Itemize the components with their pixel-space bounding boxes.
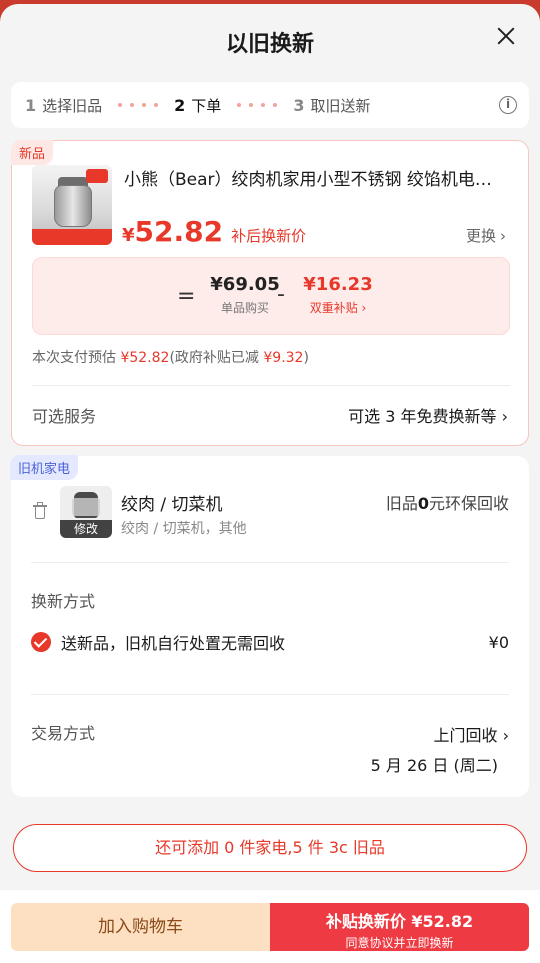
new-item-card: 新品 小熊（Bear）绞肉机家用小型不锈钢 绞馅机电… ¥ 52.82 补后换新… xyxy=(11,140,529,446)
estimate-amount: ¥52.82 xyxy=(120,350,170,366)
divider xyxy=(31,562,509,563)
divider xyxy=(32,385,510,386)
trade-in-price: ¥ 52.82 补后换新价 xyxy=(122,215,306,248)
add-to-cart-button[interactable]: 加入购物车 xyxy=(11,903,270,951)
old-item-name: 绞肉 / 切菜机 xyxy=(121,495,223,515)
step-label: 下单 xyxy=(191,96,222,115)
recycle-value: 旧品0元环保回收 xyxy=(386,490,509,514)
step-label: 选择旧品 xyxy=(42,96,103,115)
swap-label: 更换 xyxy=(465,227,496,245)
bottom-sheet: 以旧换新 1 选择旧品 2 下单 3 取旧送新 i 新品 小熊（Bear）绞肉机… xyxy=(0,4,540,963)
product-name[interactable]: 小熊（Bear）绞肉机家用小型不锈钢 绞馅机电… xyxy=(124,165,504,190)
estimate-mid: (政府补贴已减 xyxy=(169,350,264,366)
service-label: 可选服务 xyxy=(32,407,97,426)
product-image[interactable] xyxy=(32,165,112,245)
add-more-items-button[interactable]: 还可添加 0 件家电,5 件 3c 旧品 xyxy=(13,824,527,872)
estimate-suffix: ) xyxy=(303,350,309,366)
step-2: 2 下单 xyxy=(174,95,221,116)
method-price: ¥0 xyxy=(488,632,509,652)
estimate-prefix: 本次支付预估 xyxy=(32,350,121,366)
service-value: 可选 3 年免费换新等 › xyxy=(348,407,508,426)
subsidy-amount: ¥16.23 xyxy=(303,274,373,295)
subsidy-block: ¥16.23 双重补贴 › xyxy=(295,274,381,316)
optional-service-row[interactable]: 可选服务 可选 3 年免费换新等 › xyxy=(32,403,508,427)
step-connector xyxy=(237,103,278,107)
price-amount: 52.82 xyxy=(134,215,224,248)
price-breakdown: = ¥69.05 单品购买 - ¥16.23 双重补贴 › xyxy=(32,257,510,335)
old-item-image[interactable]: 修改 xyxy=(60,486,112,538)
chevron-right-icon: › xyxy=(500,227,506,245)
edit-button[interactable]: 修改 xyxy=(60,520,112,538)
trade-title: 交易方式 xyxy=(31,724,96,743)
divider xyxy=(31,694,509,695)
equals-sign: = xyxy=(177,284,196,309)
old-item-category: 绞肉 / 切菜机，其他 xyxy=(121,521,247,537)
step-number: 2 xyxy=(174,95,186,115)
method-title: 换新方式 xyxy=(31,592,96,611)
method-option-label: 送新品，旧机自行处置无需回收 xyxy=(61,634,286,653)
step-3: 3 取旧送新 xyxy=(293,95,370,116)
trash-icon[interactable] xyxy=(31,502,49,520)
buy-label: 补贴换新价 ¥52.82 xyxy=(325,912,474,931)
close-icon[interactable] xyxy=(494,24,518,48)
info-icon[interactable]: i xyxy=(499,96,517,114)
page-title: 以旧换新 xyxy=(225,32,314,57)
sheet-header: 以旧换新 xyxy=(0,4,540,80)
trade-in-buy-button[interactable]: 补贴换新价 ¥52.82 同意协议并立即换新 xyxy=(270,903,529,951)
price-note: 补后换新价 xyxy=(231,227,307,245)
recycle-amount: 0 xyxy=(417,494,429,513)
swap-product-button[interactable]: 更换 › xyxy=(466,225,506,246)
recycle-prefix: 旧品 xyxy=(385,494,418,513)
old-item-tag: 旧机家电 xyxy=(10,455,79,480)
minus-sign: - xyxy=(277,282,285,307)
bottom-action-bar: 加入购物车 补贴换新价 ¥52.82 同意协议并立即换新 xyxy=(0,890,540,963)
pickup-date[interactable]: 5 月 26 日 (周二) xyxy=(371,752,498,776)
method-option[interactable]: 送新品，旧机自行处置无需回收 ¥0 xyxy=(31,630,509,654)
step-number: 1 xyxy=(25,95,37,115)
currency-symbol: ¥ xyxy=(122,225,135,246)
step-connector xyxy=(118,103,159,107)
check-circle-icon xyxy=(31,632,51,652)
buy-sublabel: 同意协议并立即换新 xyxy=(345,936,454,950)
payment-estimate: 本次支付预估 ¥52.82(政府补贴已减 ¥9.32) xyxy=(32,347,309,367)
step-indicator: 1 选择旧品 2 下单 3 取旧送新 i xyxy=(11,82,529,128)
old-item-card: 旧机家电 修改 绞肉 / 切菜机 绞肉 / 切菜机，其他 旧品0元环保回收 换新… xyxy=(10,455,529,797)
recycle-suffix: 元环保回收 xyxy=(428,494,509,513)
trade-method-select[interactable]: 上门回收 › xyxy=(434,722,510,746)
step-label: 取旧送新 xyxy=(310,96,371,115)
step-number: 3 xyxy=(293,95,305,115)
new-item-tag: 新品 xyxy=(11,140,54,165)
step-1: 1 选择旧品 xyxy=(25,95,102,116)
subsidy-link[interactable]: 双重补贴 › xyxy=(295,299,381,316)
estimate-reduced: ¥9.32 xyxy=(263,350,304,366)
